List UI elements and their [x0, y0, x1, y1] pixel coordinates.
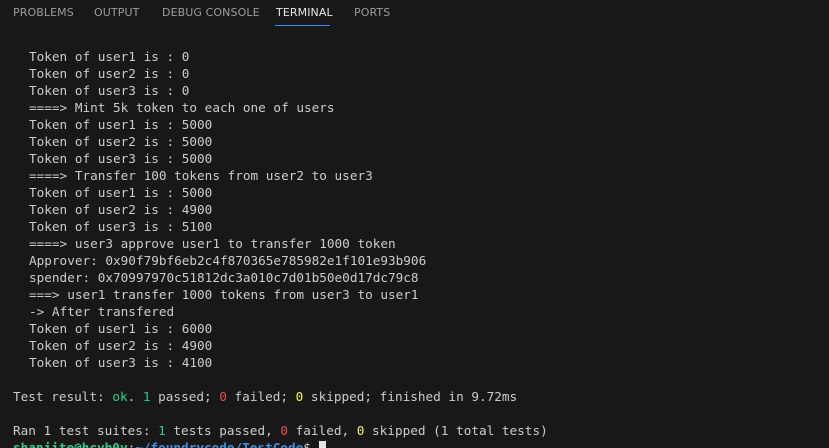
terminal-line: Token of user1 is : 5000	[29, 185, 213, 200]
summary-prefix: Ran 1 test suites:	[13, 423, 159, 438]
test-result-prefix: Test result:	[13, 389, 113, 404]
terminal-line: ====> user3 approve user1 to transfer 10…	[29, 236, 396, 251]
terminal-line: Token of user3 is : 0	[29, 83, 190, 98]
test-summary-line: Ran 1 test suites: 1 tests passed, 0 fai…	[13, 422, 548, 439]
terminal-line: ===> user1 transfer 1000 tokens from use…	[29, 287, 419, 302]
terminal-line: Token of user3 is : 5000	[29, 151, 213, 166]
terminal-line: Token of user1 is : 0	[29, 49, 190, 64]
tab-debug-console[interactable]: DEBUG CONSOLE	[162, 6, 260, 19]
prompt-path: ~/foundrycode/TestCode	[135, 440, 304, 448]
terminal-output[interactable]: Token of user1 is : 0 Token of user2 is …	[0, 30, 829, 448]
summary-failed-count: 0	[280, 423, 288, 438]
passed-count: 1	[142, 389, 151, 404]
tab-problems[interactable]: PROBLEMS	[13, 6, 74, 19]
failed-label: failed;	[226, 389, 296, 404]
terminal-line: -> After transfered	[29, 304, 175, 319]
active-tab-indicator	[275, 25, 330, 26]
terminal-line: spender: 0x70997970c51812dc3a010c7d01b50…	[29, 270, 419, 285]
summary-skipped-label: skipped (1 total tests)	[364, 423, 548, 438]
terminal-line: Token of user2 is : 5000	[29, 134, 213, 149]
tab-terminal[interactable]: TERMINAL	[276, 6, 333, 19]
terminal-line: Token of user3 is : 4100	[29, 355, 213, 370]
terminal-line: ====> Transfer 100 tokens from user2 to …	[29, 168, 373, 183]
tab-ports[interactable]: PORTS	[354, 6, 390, 19]
terminal-line: Token of user2 is : 0	[29, 66, 190, 81]
shell-prompt[interactable]: shanjite@hcyb0y:~/foundrycode/TestCode$	[13, 439, 326, 448]
skipped-label: skipped; finished in 9.72ms	[303, 389, 518, 404]
terminal-line: Token of user3 is : 5100	[29, 219, 213, 234]
test-result-line: Test result: ok. 1 passed; 0 failed; 0 s…	[13, 388, 517, 405]
text-cursor	[318, 441, 326, 448]
terminal-line: Approver: 0x90f79bf6eb2c4f870365e785982e…	[29, 253, 427, 268]
passed-label: passed;	[150, 389, 220, 404]
terminal-line: Token of user1 is : 6000	[29, 321, 213, 336]
prompt-symbol: $	[303, 440, 319, 448]
summary-passed-label: tests passed,	[165, 423, 281, 438]
terminal-panel: PROBLEMS OUTPUT DEBUG CONSOLE TERMINAL P…	[0, 0, 829, 448]
panel-tab-bar: PROBLEMS OUTPUT DEBUG CONSOLE TERMINAL P…	[0, 0, 829, 30]
terminal-line: Token of user2 is : 4900	[29, 202, 213, 217]
test-result-sep: .	[127, 389, 143, 404]
terminal-line: Token of user1 is : 5000	[29, 117, 213, 132]
failed-count: 0	[219, 389, 227, 404]
summary-passed-count: 1	[158, 423, 166, 438]
terminal-line: ====> Mint 5k token to each one of users	[29, 100, 335, 115]
tab-output[interactable]: OUTPUT	[94, 6, 139, 19]
summary-failed-label: failed,	[288, 423, 357, 438]
test-result-status: ok	[112, 389, 128, 404]
terminal-line: Token of user2 is : 4900	[29, 338, 213, 353]
prompt-user-host: shanjite@hcyb0y	[13, 440, 128, 448]
